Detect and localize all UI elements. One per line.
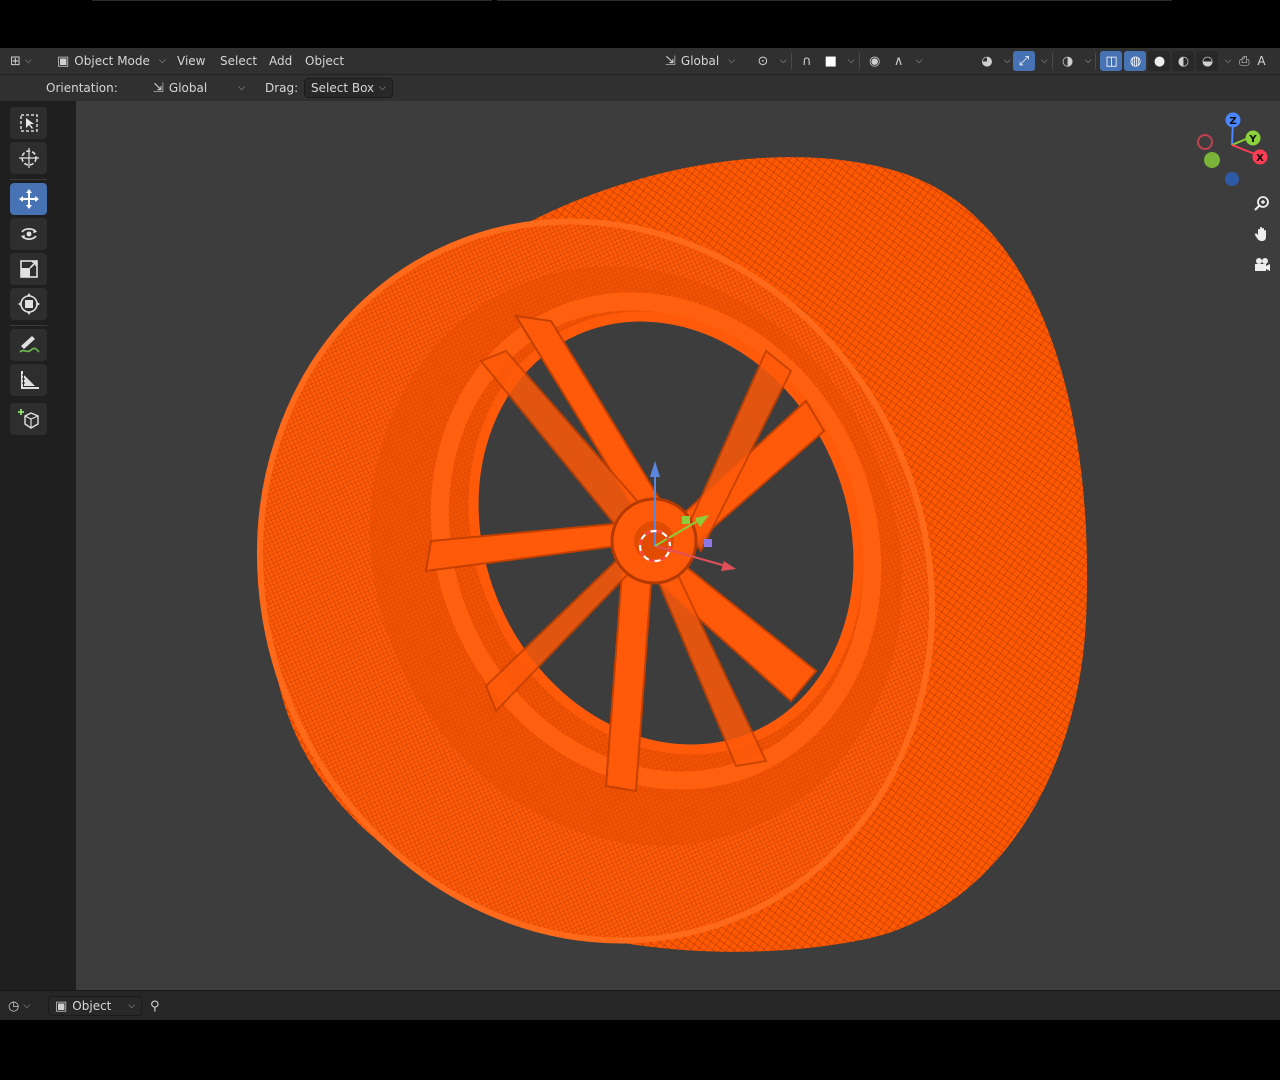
menu-object[interactable]: Object [299, 51, 350, 71]
wireframe-shading-icon[interactable]: ◍ [1124, 51, 1147, 71]
annotate-icon [18, 336, 40, 353]
drag-value: Select Box [311, 81, 375, 95]
scale-icon [19, 260, 38, 278]
timeline-header: ◷ ⌵ ▣ Object ⌵ ⚲ [0, 990, 1280, 1021]
pivot-point-icon[interactable]: ⊙ [752, 51, 774, 71]
orientation-dropdown[interactable]: ⇲ Global ⌵ [146, 78, 252, 98]
viewport-header: ⊞ ⌵ ▣ Object Mode ⌵ View Select Add Objec… [0, 48, 1280, 75]
neg-x-axis[interactable] [1197, 134, 1213, 150]
measure-tool[interactable] [10, 364, 47, 396]
material-shading-icon[interactable]: ◐ [1172, 51, 1195, 71]
object-dropdown-label: Object [72, 999, 112, 1013]
select-box-tool[interactable] [10, 107, 47, 139]
mode-selector[interactable]: ▣ Object Mode ⌵ [50, 51, 173, 71]
x-axis-label: X [1256, 153, 1264, 164]
select-box-icon [19, 114, 38, 132]
snap-target-icon[interactable]: ■ [820, 51, 842, 71]
snap-magnet-icon[interactable]: ∩ [796, 51, 818, 71]
menu-select[interactable]: Select [214, 51, 263, 71]
rotate-icon [20, 228, 37, 240]
transform-icon [17, 293, 40, 315]
top-edge-line [497, 0, 1172, 1]
object-icon: ▣ [55, 998, 68, 1014]
bottom-letterbox [0, 1020, 1280, 1080]
truncated-label: A [1257, 54, 1266, 68]
object-dropdown[interactable]: ▣ Object ⌵ [48, 996, 142, 1016]
y-axis-label: Y [1248, 134, 1257, 145]
camera-icon[interactable]: ⎙ [1233, 51, 1255, 71]
timeline-icon: ◷ [8, 998, 20, 1014]
menu-add[interactable]: Add [263, 51, 298, 71]
solid-shading-icon[interactable]: ● [1148, 51, 1171, 71]
orientation-global-icon: ⇲ [665, 53, 676, 69]
camera-view-icon[interactable] [1250, 253, 1274, 277]
transform-tool[interactable] [10, 288, 47, 320]
falloff-curve-icon[interactable]: ∧ [888, 51, 910, 71]
zoom-icon[interactable] [1250, 191, 1274, 215]
wheel-wireframe[interactable] [76, 101, 1280, 990]
scale-tool[interactable] [10, 253, 47, 285]
orientation-global-icon: ⇲ [153, 80, 164, 96]
rotate-tool[interactable] [10, 218, 47, 250]
mode-label: Object Mode [74, 54, 150, 68]
eye-visibility-icon[interactable]: ◕ [976, 51, 998, 71]
neg-z-axis[interactable] [1225, 172, 1239, 186]
move-icon [18, 189, 39, 209]
xray-icon[interactable]: ◫ [1100, 51, 1123, 71]
cursor-icon [18, 148, 39, 168]
add-cube-icon [17, 409, 39, 429]
pan-hand-icon[interactable] [1250, 222, 1274, 246]
toolbar [0, 101, 76, 990]
pin-icon[interactable]: ⚲ [150, 996, 160, 1016]
annotate-tool[interactable] [10, 329, 47, 361]
drag-dropdown[interactable]: Select Box ⌵ [304, 78, 393, 98]
object-mode-icon: ▣ [57, 53, 70, 69]
top-edge-line [92, 0, 492, 1]
measure-icon [20, 371, 39, 389]
proportional-edit-icon[interactable]: ◉ [864, 51, 886, 71]
top-letterbox [0, 0, 1280, 48]
navigation-gizmo[interactable]: Z Y X [1190, 109, 1270, 189]
add-cube-tool[interactable] [10, 403, 47, 435]
editor-type-button[interactable]: ◷ ⌵ [8, 996, 30, 1016]
gizmo-icon[interactable]: ⤢ [1012, 51, 1035, 71]
drag-label: Drag: [265, 81, 299, 95]
transform-orientation-label: Global [680, 54, 720, 68]
transform-orientation-dropdown[interactable]: ⇲ Global ⌵ [658, 51, 742, 71]
z-axis-label: Z [1229, 116, 1236, 127]
move-tool[interactable] [10, 183, 47, 215]
editor-type-button[interactable]: ⊞ ⌵ [10, 51, 32, 71]
view3d-icon: ⊞ [10, 53, 21, 69]
cursor-tool[interactable] [10, 142, 47, 174]
orientation-value: Global [168, 81, 208, 95]
neg-y-axis[interactable] [1204, 152, 1220, 168]
menu-view[interactable]: View [171, 51, 211, 71]
3d-viewport[interactable]: Z Y X [76, 101, 1280, 990]
overlay-icon[interactable]: ◑ [1057, 51, 1079, 71]
rendered-shading-icon[interactable]: ◒ [1196, 51, 1219, 71]
orientation-label: Orientation: [46, 81, 118, 95]
tool-settings-bar: Orientation: ⇲ Global ⌵ Drag: Select Box… [0, 75, 1280, 101]
